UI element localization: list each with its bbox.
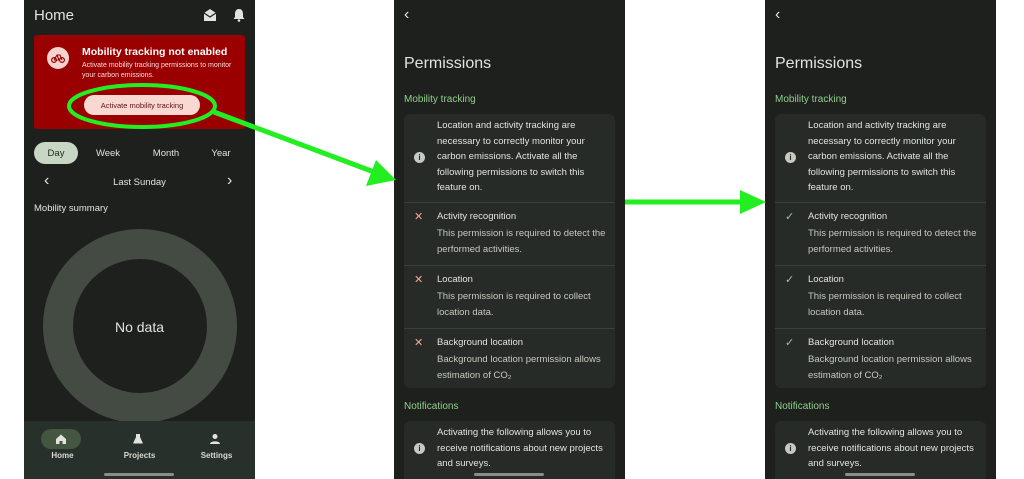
nav-item-home[interactable]: Home	[24, 421, 101, 479]
page-title: Permissions	[775, 55, 863, 72]
notifications-text: Activating the following allows you to r…	[437, 427, 603, 470]
intro-text: Location and activity tracking are neces…	[808, 120, 956, 194]
check-icon: ✓	[785, 211, 795, 223]
permission-row-activity[interactable]: ✕ Activity recognition This permission i…	[404, 203, 615, 265]
permissions-screen-after: ‹ Permissions Mobility tracking i Locati…	[765, 0, 996, 479]
date-label: Last Sunday	[113, 177, 166, 188]
banner-title: Mobility tracking not enabled	[82, 46, 228, 58]
permission-title: Activity recognition	[437, 211, 517, 222]
close-icon: ✕	[414, 337, 424, 349]
page-title: Permissions	[404, 55, 492, 72]
section-notifications: Notifications	[404, 401, 459, 412]
mobility-summary-label: Mobility summary	[34, 203, 108, 214]
permission-title: Location	[808, 274, 844, 285]
close-icon: ✕	[414, 274, 424, 286]
home-screen: Home Mobility tracking not enabled Activ…	[24, 0, 255, 479]
intro-text: Location and activity tracking are neces…	[437, 120, 585, 194]
permission-title: Location	[437, 274, 473, 285]
mobility-permissions-card: i Location and activity tracking are nec…	[404, 114, 615, 388]
permission-description: This permission is required to detect th…	[808, 228, 977, 255]
nav-label: Projects	[123, 451, 156, 460]
period-tab-day[interactable]: Day	[34, 142, 78, 164]
info-row: i Location and activity tracking are nec…	[775, 114, 986, 202]
permission-row-activity[interactable]: ✓ Activity recognition This permission i…	[775, 203, 986, 265]
section-notifications: Notifications	[775, 401, 830, 412]
banner-description: Activate mobility tracking permissions t…	[82, 62, 232, 79]
period-tab-week[interactable]: Week	[87, 142, 129, 164]
bicycle-icon	[47, 47, 69, 69]
permission-description: This permission is required to collect l…	[437, 291, 591, 318]
section-mobility-tracking: Mobility tracking	[775, 94, 847, 105]
gesture-bar	[845, 473, 915, 476]
flask-icon	[118, 429, 158, 449]
permission-row-location[interactable]: ✕ Location This permission is required t…	[404, 266, 615, 328]
flow-arrowhead	[740, 190, 766, 214]
close-icon: ✕	[414, 211, 424, 223]
permission-row-background-location[interactable]: ✓ Background location Background locatio…	[775, 329, 986, 388]
no-data-label: No data	[114, 319, 165, 335]
bell-icon[interactable]	[232, 8, 246, 22]
period-tab-year[interactable]: Year	[201, 142, 241, 164]
period-tab-month[interactable]: Month	[144, 142, 188, 164]
permission-description: This permission is required to collect l…	[808, 291, 962, 318]
bottom-navigation: Home Projects Settings	[24, 421, 255, 479]
back-arrow-icon[interactable]: ‹	[775, 6, 780, 24]
mobility-permissions-card: i Location and activity tracking are nec…	[775, 114, 986, 388]
permission-description: This permission is required to detect th…	[437, 228, 606, 255]
nav-item-projects[interactable]: Projects	[101, 421, 178, 479]
info-icon: i	[414, 152, 425, 163]
gesture-bar	[474, 473, 544, 476]
info-icon: i	[785, 152, 796, 163]
permissions-screen-before: ‹ Permissions Mobility tracking i Locati…	[394, 0, 625, 479]
page-title: Home	[34, 7, 75, 24]
flow-arrowhead	[366, 160, 396, 186]
tracking-disabled-banner: Mobility tracking not enabled Activate m…	[34, 35, 245, 129]
permission-description: Background location permission allows es…	[808, 354, 972, 381]
section-mobility-tracking: Mobility tracking	[404, 94, 476, 105]
nav-label: Settings	[200, 451, 233, 460]
person-icon	[195, 429, 235, 449]
nav-label: Home	[51, 451, 74, 460]
permission-row-location[interactable]: ✓ Location This permission is required t…	[775, 266, 986, 328]
notifications-card: i Activating the following allows you to…	[775, 421, 986, 479]
check-icon: ✓	[785, 274, 795, 286]
permission-description: Background location permission allows es…	[437, 354, 601, 381]
permission-title: Background location	[808, 337, 895, 348]
back-arrow-icon[interactable]: ‹	[404, 6, 409, 24]
home-icon	[41, 429, 81, 449]
info-row: i Location and activity tracking are nec…	[404, 114, 615, 202]
nav-item-settings[interactable]: Settings	[178, 421, 255, 479]
info-icon: i	[414, 443, 425, 454]
permission-title: Activity recognition	[808, 211, 888, 222]
notifications-text: Activating the following allows you to r…	[808, 427, 974, 470]
gesture-bar	[104, 473, 174, 476]
check-icon: ✓	[785, 337, 795, 349]
chevron-right-icon[interactable]: ›	[227, 172, 232, 190]
permission-title: Background location	[437, 337, 524, 348]
permission-row-background-location[interactable]: ✕ Background location Background locatio…	[404, 329, 615, 388]
activate-tracking-button[interactable]: Activate mobility tracking	[84, 95, 200, 115]
info-icon: i	[785, 443, 796, 454]
inbox-icon[interactable]	[203, 8, 217, 22]
notifications-card: i Activating the following allows you to…	[404, 421, 615, 479]
